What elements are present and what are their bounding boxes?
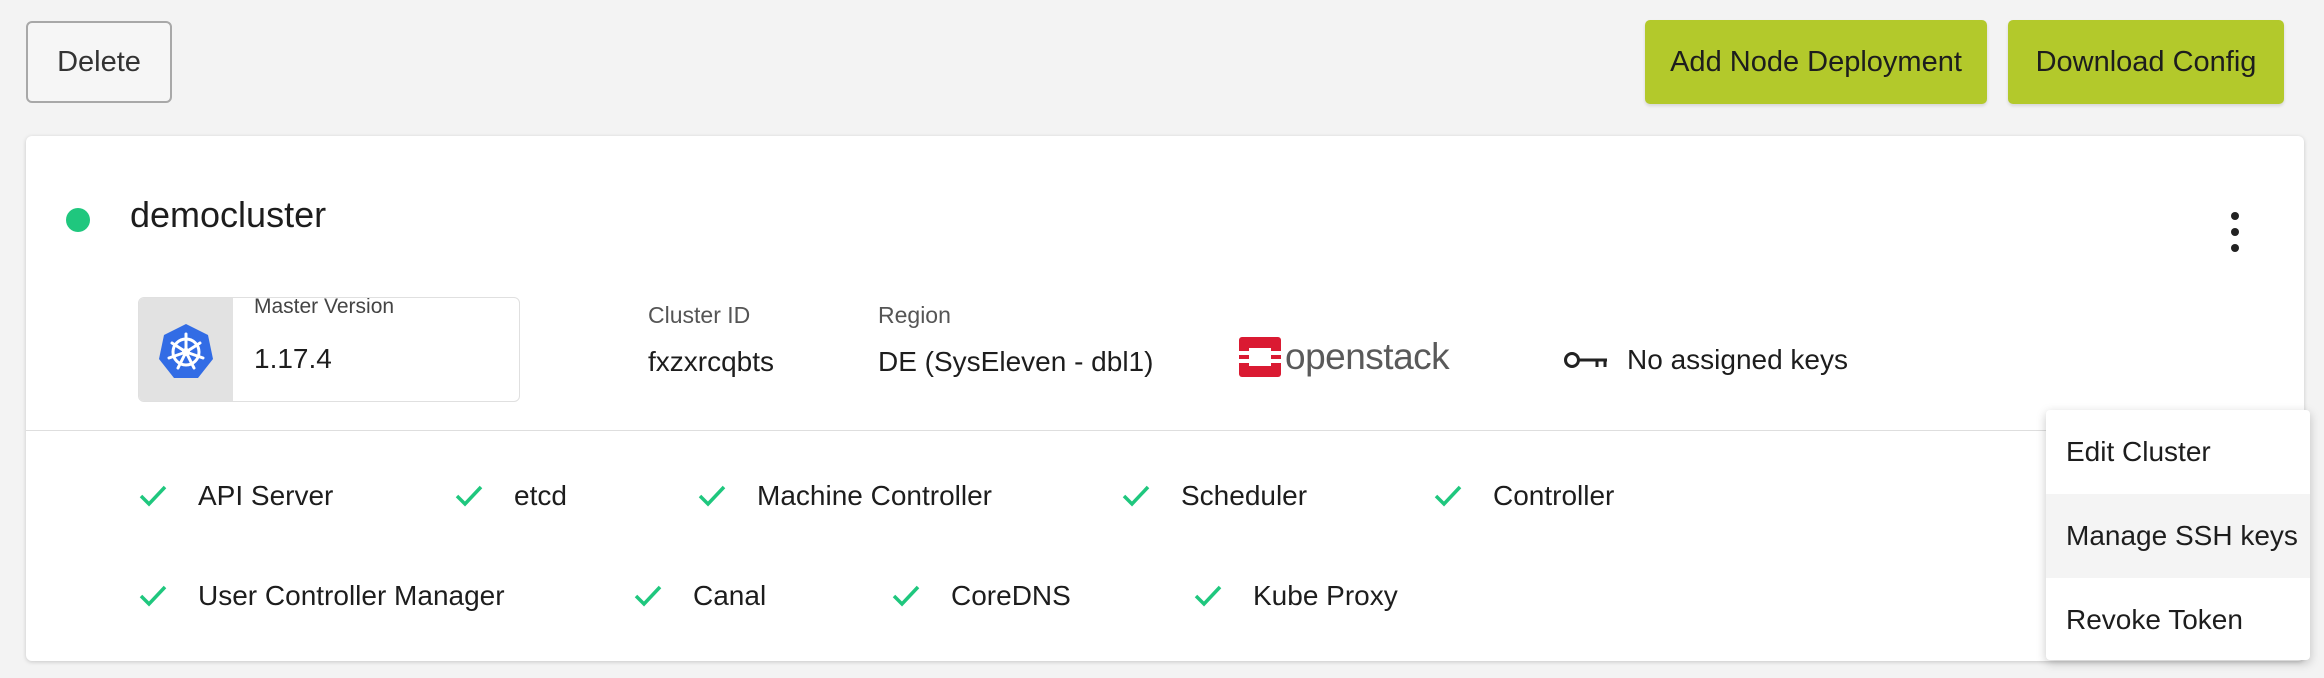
toolbar: Delete Add Node Deployment Download Conf… (0, 0, 2324, 130)
health-item-api-server: API Server (138, 476, 333, 516)
ssh-keys-text: No assigned keys (1627, 344, 1849, 375)
delete-button[interactable]: Delete (26, 21, 172, 103)
health-label: Machine Controller (757, 480, 992, 511)
health-item-controller: Controller (1433, 476, 1614, 516)
cluster-id-label: Cluster ID (648, 302, 751, 328)
key-icon (1564, 352, 1607, 368)
menu-item-revoke-token[interactable]: Revoke Token (2046, 578, 2310, 662)
cluster-id-value: fxzxrcqbts (648, 346, 775, 377)
openstack-logo: openstack (1239, 336, 1450, 378)
kubernetes-logo-icon (139, 298, 233, 401)
menu-item-manage-ssh-keys[interactable]: Manage SSH keys (2046, 494, 2310, 578)
region-value: DE (SysEleven - dbl1) (878, 346, 1154, 377)
health-item-kube-proxy: Kube Proxy (1193, 576, 1398, 616)
health-label: Canal (693, 580, 767, 611)
master-version-box: Master Version 1.17.4 (138, 297, 520, 402)
health-label: API Server (198, 480, 334, 511)
cluster-name: democluster (130, 194, 327, 235)
check-icon (634, 585, 662, 607)
health-item-etcd: etcd (454, 476, 567, 516)
check-icon (139, 585, 167, 607)
check-icon (455, 485, 483, 507)
check-icon (698, 485, 726, 507)
openstack-logo-icon (1239, 337, 1281, 377)
check-icon (892, 585, 920, 607)
download-config-button[interactable]: Download Config (2008, 20, 2284, 104)
check-icon (139, 485, 167, 507)
provider-name: openstack (1285, 336, 1450, 377)
region-label: Region (878, 302, 951, 328)
menu-item-edit-cluster[interactable]: Edit Cluster (2046, 410, 2310, 494)
check-icon (1434, 485, 1462, 507)
health-item-scheduler: Scheduler (1121, 476, 1307, 516)
health-item-user-controller-manager: User Controller Manager (138, 576, 505, 616)
ssh-keys-info: No assigned keys (1563, 344, 1848, 376)
cluster-status-dot (66, 208, 90, 232)
health-label: CoreDNS (951, 580, 1071, 611)
cluster-actions-menu: Edit Cluster Manage SSH keys Revoke Toke… (2046, 410, 2310, 660)
health-label: Scheduler (1181, 480, 1308, 511)
cluster-card: democluster Master Version 1.17.4 Cluste… (26, 136, 2310, 661)
health-label: Controller (1493, 480, 1615, 511)
health-label: User Controller Manager (198, 580, 505, 611)
health-item-machine-controller: Machine Controller (697, 476, 992, 516)
check-icon (1194, 585, 1222, 607)
more-options-icon[interactable] (2225, 212, 2245, 252)
master-version-label: Master Version (254, 297, 395, 318)
check-icon (1122, 485, 1150, 507)
health-label: etcd (514, 480, 567, 511)
add-node-deployment-button[interactable]: Add Node Deployment (1645, 20, 1987, 104)
divider (26, 430, 2304, 431)
health-item-canal: Canal (633, 576, 766, 616)
master-version-value: 1.17.4 (254, 343, 332, 374)
health-item-coredns: CoreDNS (891, 576, 1071, 616)
health-label: Kube Proxy (1253, 580, 1398, 611)
